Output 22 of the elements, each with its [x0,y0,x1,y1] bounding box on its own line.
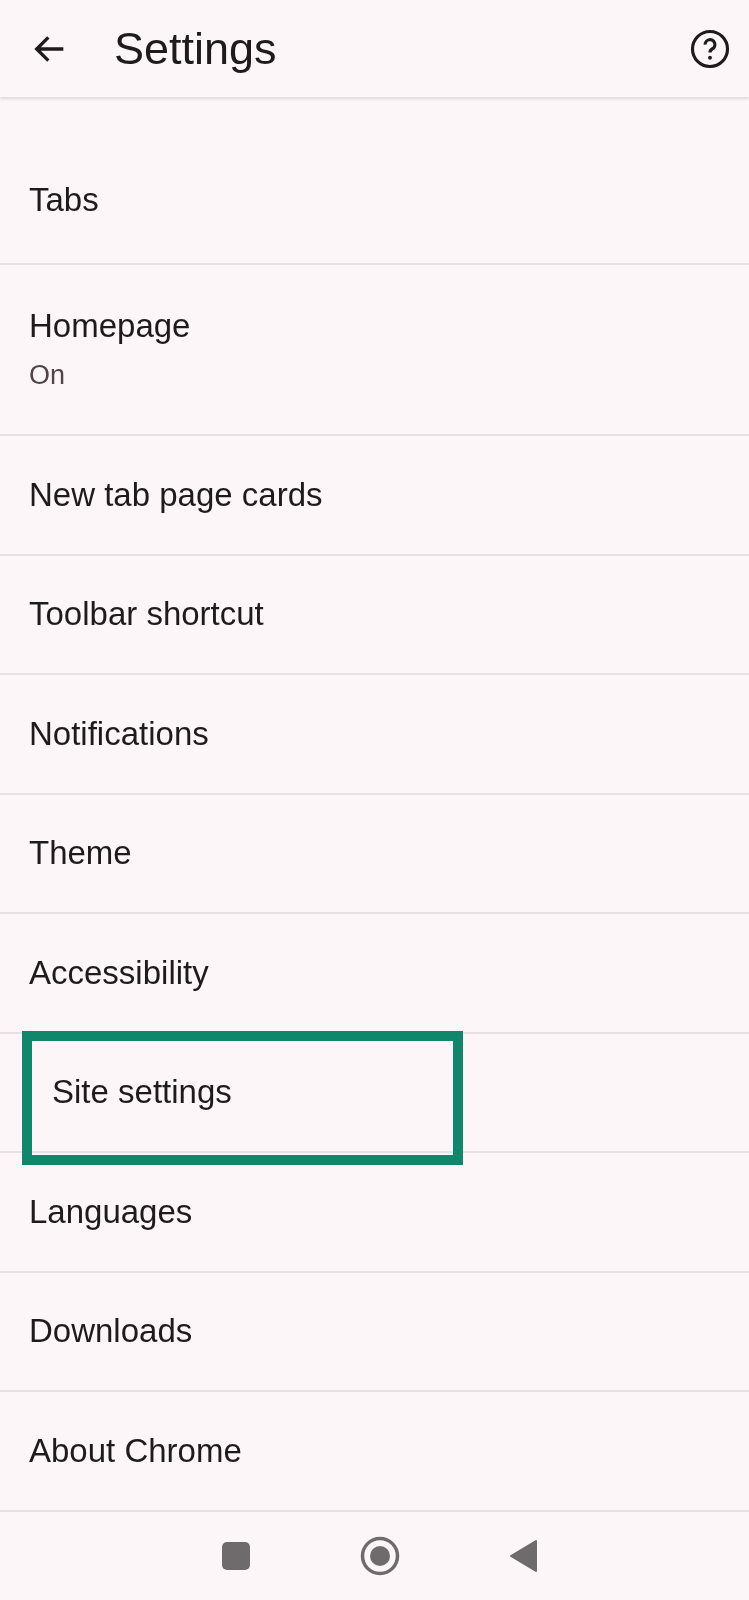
settings-item[interactable]: About Chrome [0,1392,749,1512]
square-icon [222,1542,250,1570]
settings-item[interactable]: Theme [0,794,749,914]
window-title: Settings [114,22,278,75]
settings-item[interactable]: Toolbar shortcut [0,555,749,675]
settings-item[interactable]: Notifications [0,675,749,795]
help-button[interactable] [689,27,731,70]
back-triangle-icon [510,1540,537,1572]
help-icon [689,27,731,70]
home-button[interactable] [360,1536,400,1576]
settings-item[interactable]: New tab page cards [0,436,749,556]
settings-item[interactable]: Tabs [0,97,749,265]
home-icon [360,1536,400,1576]
setting-value: On [29,360,66,391]
recents-button[interactable] [222,1542,250,1570]
back-nav-button[interactable] [510,1540,537,1572]
settings-item[interactable]: Languages [0,1153,749,1273]
settings-item[interactable]: Accessibility [0,914,749,1034]
settings-item[interactable]: Site settings [0,1033,749,1153]
setting-title: Homepage [29,308,191,344]
settings-item[interactable]: Homepage On [0,265,749,436]
settings-item[interactable]: Downloads [0,1272,749,1392]
